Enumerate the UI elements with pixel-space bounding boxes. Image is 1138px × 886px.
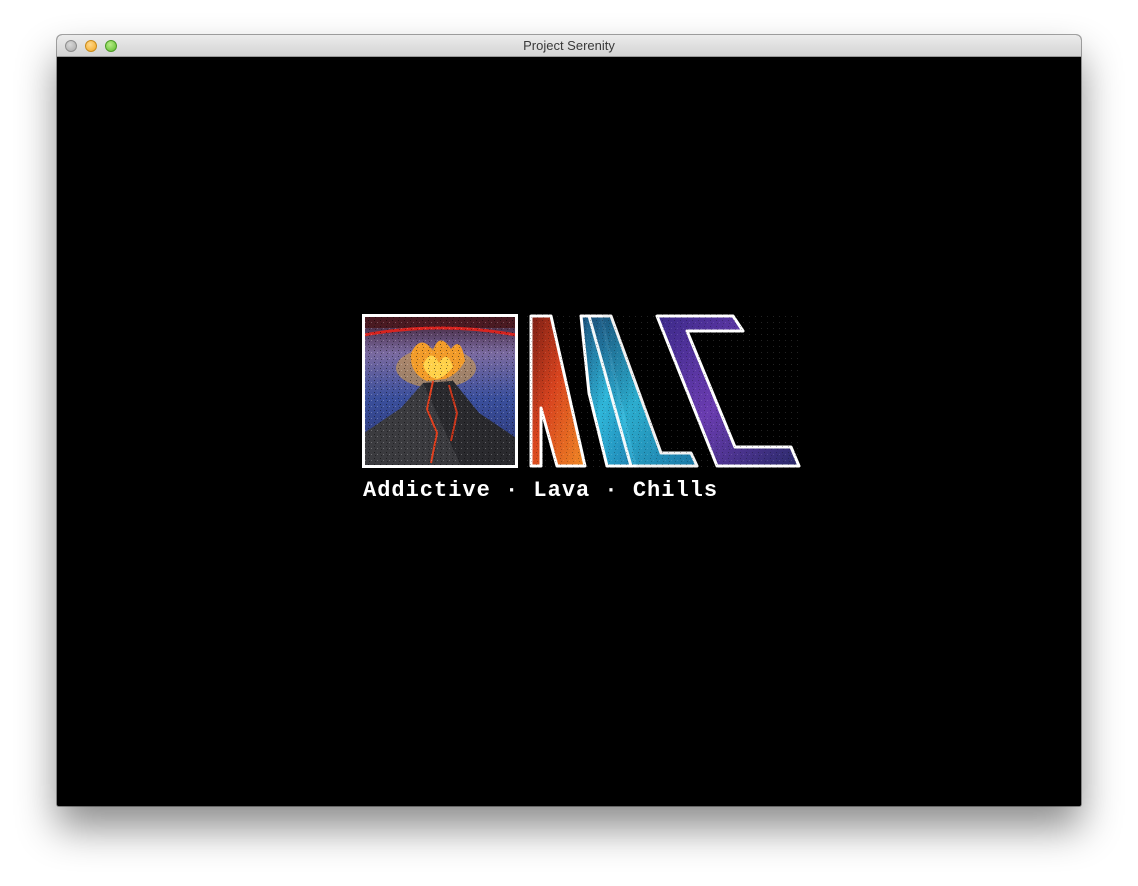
game-canvas[interactable]: Addictive · Lava · Chills: [57, 57, 1081, 806]
tagline: Addictive · Lava · Chills: [363, 478, 719, 503]
volcano-image: [362, 314, 518, 468]
window-title: Project Serenity: [523, 38, 615, 53]
app-window: Project Serenity Addictive · Lava · Chil…: [57, 35, 1081, 806]
alc-logo: [362, 313, 801, 471]
title-bar[interactable]: Project Serenity: [57, 35, 1081, 57]
